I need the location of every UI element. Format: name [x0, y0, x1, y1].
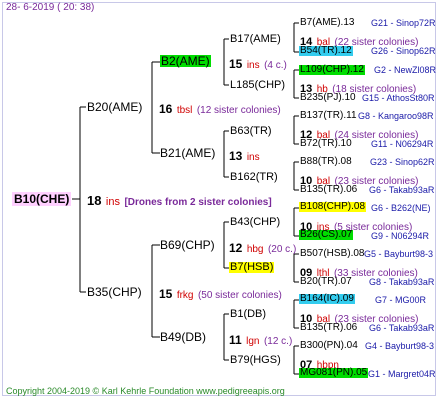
gen2-breeder-3: hbg	[246, 244, 264, 255]
gen4-name[interactable]: B137(TR).11	[300, 110, 357, 121]
gen2-name-1[interactable]: B2(AME)	[160, 55, 211, 67]
gen2-number-4: 11	[229, 333, 242, 347]
gen4-ref: G8 - Kangaroo98R	[358, 111, 434, 121]
gen1-sire-number: 16	[159, 102, 173, 116]
gen4-name[interactable]: B164(IC).09	[300, 293, 354, 304]
gen2-details-1: 15 ins (4 c.)	[229, 56, 287, 72]
gen2-details-4: 11 lgn (12 c.)	[229, 332, 292, 348]
gen4-name[interactable]: B135(TR).06	[300, 184, 357, 195]
gen3-name-3[interactable]: B63(TR)	[230, 126, 272, 137]
gen4-name[interactable]: B135(TR).06	[300, 322, 357, 333]
gen4-name[interactable]: B72(TR).10	[300, 138, 352, 149]
gen4-ref: G1 - Margret04R	[368, 369, 436, 379]
gen1-sire-details: 16 tbsl (12 sister colonies)	[159, 101, 281, 117]
gen1-dam-number: 15	[159, 287, 173, 301]
gen4-name[interactable]: B235(PJ).10	[300, 92, 356, 103]
gen2-number-1: 15	[229, 57, 243, 71]
root-queen-name[interactable]: B10(CHE)	[12, 192, 72, 206]
gen2-note-1: (4 c.)	[264, 60, 287, 71]
gen2-breeder-4: lgn	[246, 336, 260, 347]
gen2-name-3[interactable]: B69(CHP)	[160, 239, 215, 251]
gen4-name[interactable]: B300(PN).04	[300, 340, 358, 351]
gen2-breeder-1: ins	[246, 60, 260, 71]
gen3-name-7[interactable]: B1(DB)	[230, 309, 266, 320]
gen4-name[interactable]: B7(AME).13	[300, 17, 354, 28]
gen4-ref: G8 - Takab93aR	[369, 277, 435, 287]
gen4-ref: G2 - NewZl08R	[374, 65, 437, 75]
root-details: 18 ins [Drones from 2 sister colonies]	[87, 193, 272, 209]
gen1-dam-details: 15 frkg (50 sister colonies)	[159, 286, 282, 302]
gen2-details-3: 12 hbg (20 c.)	[229, 240, 296, 256]
gen2-number-2: 13	[229, 149, 243, 163]
gen3-name-4[interactable]: B162(TR)	[230, 172, 278, 183]
gen4-ref: G11 - N06294R	[371, 139, 434, 149]
gen4-ref: G7 - MG00R	[375, 295, 427, 305]
gen4-ref: G23 - Sinop62R	[370, 157, 435, 167]
gen1-dam-note: (50 sister colonies)	[197, 290, 282, 301]
gen3-name-6[interactable]: B7(HSB)	[229, 262, 275, 273]
gen4-name[interactable]: B20(TR).07	[300, 276, 352, 287]
gen4-ref: G6 - Takab93aR	[369, 185, 435, 195]
gen2-name-4[interactable]: B49(DB)	[160, 331, 206, 343]
gen4-name[interactable]: B108(CHP).08	[300, 201, 365, 212]
gen4-name[interactable]: MG081(PN).05	[300, 367, 367, 378]
gen2-breeder-2: ins	[246, 152, 260, 163]
gen2-number-3: 12	[229, 241, 243, 255]
gen4-ref: G4 - Bayburt98-3	[365, 341, 435, 351]
gen4-ref: G26 - Sinop62R	[371, 46, 436, 56]
gen3-name-5[interactable]: B43(CHP)	[230, 217, 280, 228]
gen1-sire-note: (12 sister colonies)	[196, 105, 281, 116]
gen4-ref: G9 - N06294R	[371, 231, 430, 241]
gen2-note-4: (12 c.)	[263, 336, 293, 347]
report-date: 28- 6-2019 ( 20: 38)	[6, 2, 95, 13]
gen3-name-8[interactable]: B79(HGS)	[230, 355, 281, 366]
gen4-ref: G6 - Takab93aR	[369, 323, 435, 333]
gen2-details-2: 13 ins	[229, 148, 260, 164]
gen4-ref: G5 - Bayburt98-3	[364, 249, 434, 259]
copyright-footer[interactable]: Copyright 2004-2019 © Karl Kehrle Founda…	[6, 386, 285, 396]
gen1-dam-name[interactable]: B35(CHP)	[87, 286, 142, 298]
gen4-name[interactable]: B88(TR).08	[300, 156, 352, 167]
gen4-name[interactable]: L109(CHP).12	[300, 64, 364, 75]
gen4-name[interactable]: B54(TR).12	[300, 45, 352, 56]
gen1-dam-breeder: frkg	[176, 290, 194, 301]
gen4-name[interactable]: B26(CS).07	[300, 229, 352, 240]
root-breeder: ins	[105, 196, 120, 208]
root-drone-note: [Drones from 2 sister colonies]	[124, 197, 272, 208]
gen4-ref: G15 - AthosSt80R	[362, 93, 435, 103]
gen2-note-3: (20 c.)	[267, 244, 297, 255]
gen4-ref: G21 - Sinop72R	[371, 18, 436, 28]
gen3-name-1[interactable]: B17(AME)	[230, 34, 281, 45]
gen1-sire-breeder: tbsl	[176, 105, 193, 116]
gen2-name-2[interactable]: B21(AME)	[160, 147, 215, 159]
gen4-name[interactable]: B507(HSB).08	[300, 248, 364, 259]
gen3-name-2[interactable]: L185(CHP)	[230, 80, 285, 91]
gen1-sire-name[interactable]: B20(AME)	[87, 101, 142, 113]
root-number: 18	[87, 193, 102, 208]
gen4-ref: G6 - B262(NE)	[371, 203, 431, 213]
